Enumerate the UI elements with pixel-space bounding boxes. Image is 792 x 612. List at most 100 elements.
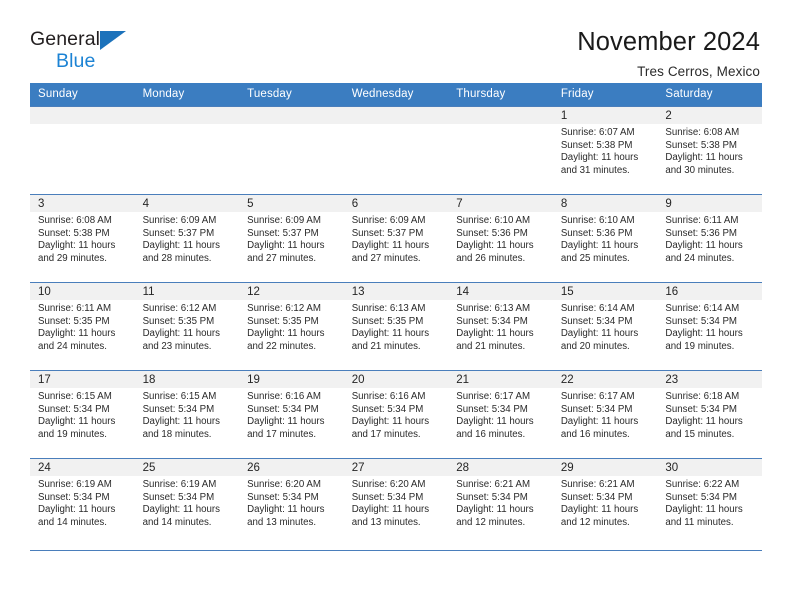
day-number: 16 [657, 283, 762, 300]
sunrise-time: Sunrise: 6:09 AM [142, 215, 217, 226]
calendar-day-cell[interactable]: 28 Sunrise: 6:21 AM Sunset: 5:34 PM Dayligh… [448, 458, 553, 551]
daylight-duration-line2: and 28 minutes. [142, 252, 212, 264]
sunset-time: Sunset: 5:34 PM [351, 403, 424, 415]
sunset-time: Sunset: 5:34 PM [247, 491, 319, 503]
daylight-duration-line1: Daylight: 11 hours [351, 240, 430, 252]
sunset-time: Sunset: 5:34 PM [456, 315, 528, 327]
day-details: Sunrise: 6:09 AM Sunset: 5:37 PM Daylight:… [135, 212, 240, 265]
calendar-day-cell[interactable]: 4 Sunrise: 6:09 AM Sunset: 5:37 PM Daylight… [134, 194, 240, 283]
day-number: 3 [30, 195, 135, 212]
calendar-day-cell[interactable]: 5 Sunrise: 6:09 AM Sunset: 5:37 PM Daylight… [239, 194, 344, 283]
calendar-day-cell[interactable]: 12 Sunrise: 6:12 AM Sunset: 5:35 PM Dayligh… [239, 282, 344, 371]
sunrise-time: Sunrise: 6:08 AM [665, 127, 740, 138]
daylight-duration-line1: Daylight: 11 hours [38, 504, 116, 516]
weekday-header-saturday: Saturday [657, 83, 762, 107]
sunrise-time: Sunrise: 6:18 AM [665, 391, 740, 402]
calendar-day-cell[interactable]: 3 Sunrise: 6:08 AM Sunset: 5:38 PM Daylight… [30, 194, 135, 283]
day-number: 5 [239, 195, 344, 212]
day-details: Sunrise: 6:22 AM Sunset: 5:34 PM Daylight:… [657, 476, 762, 529]
calendar-day-cell[interactable]: 23 Sunrise: 6:18 AM Sunset: 5:34 PM Dayligh… [657, 370, 762, 459]
calendar-day-cell[interactable]: 21 Sunrise: 6:17 AM Sunset: 5:34 PM Dayligh… [448, 370, 553, 459]
calendar-day-cell[interactable]: 24 Sunrise: 6:19 AM Sunset: 5:34 PM Dayligh… [30, 458, 135, 551]
day-details: Sunrise: 6:13 AM Sunset: 5:34 PM Daylight:… [448, 300, 553, 353]
logo-top-row: General [30, 29, 150, 50]
calendar-day-cell[interactable]: 8 Sunrise: 6:10 AM Sunset: 5:36 PM Daylight… [552, 194, 658, 283]
calendar-day-cell[interactable]: 27 Sunrise: 6:20 AM Sunset: 5:34 PM Dayligh… [343, 458, 449, 551]
daylight-duration-line2: and 12 minutes. [560, 516, 630, 528]
day-details: Sunrise: 6:19 AM Sunset: 5:34 PM Daylight:… [30, 476, 135, 529]
daylight-duration-line1: Daylight: 11 hours [560, 328, 639, 340]
sunset-time: Sunset: 5:34 PM [560, 403, 633, 415]
calendar-day-cell[interactable]: 25 Sunrise: 6:19 AM Sunset: 5:34 PM Dayligh… [134, 458, 240, 551]
weekday-header-wednesday: Wednesday [343, 83, 449, 107]
weekday-header-tuesday: Tuesday [239, 83, 344, 107]
calendar-day-cell[interactable]: 18 Sunrise: 6:15 AM Sunset: 5:34 PM Dayligh… [134, 370, 240, 459]
sunset-time: Sunset: 5:34 PM [665, 403, 737, 415]
daylight-duration-line2: and 21 minutes. [456, 340, 526, 352]
day-number: 7 [448, 195, 553, 212]
daylight-duration-line2: and 17 minutes. [247, 428, 317, 440]
calendar-day-cell[interactable]: 20 Sunrise: 6:16 AM Sunset: 5:34 PM Dayligh… [343, 370, 449, 459]
daylight-duration-line1: Daylight: 11 hours [560, 240, 639, 252]
sunset-time: Sunset: 5:35 PM [247, 315, 319, 327]
sunset-time: Sunset: 5:37 PM [142, 227, 215, 239]
sunrise-time: Sunrise: 6:10 AM [560, 215, 635, 226]
sunset-time: Sunset: 5:34 PM [142, 491, 215, 503]
sunset-time: Sunset: 5:34 PM [351, 491, 424, 503]
sunrise-time: Sunrise: 6:20 AM [247, 479, 321, 490]
calendar-day-cell[interactable]: 11 Sunrise: 6:12 AM Sunset: 5:35 PM Dayligh… [134, 282, 240, 371]
daylight-duration-line2: and 16 minutes. [560, 428, 630, 440]
daylight-duration-line1: Daylight: 11 hours [351, 504, 430, 516]
sunset-time: Sunset: 5:38 PM [665, 139, 737, 151]
calendar-week-row: 1 Sunrise: 6:07 AM Sunset: 5:38 PM Daylight… [30, 106, 762, 195]
day-number: 2 [657, 107, 762, 124]
daylight-duration-line2: and 15 minutes. [665, 428, 735, 440]
calendar-day-cell[interactable]: 30 Sunrise: 6:22 AM Sunset: 5:34 PM Dayligh… [657, 458, 762, 551]
calendar-day-cell[interactable]: 19 Sunrise: 6:16 AM Sunset: 5:34 PM Dayligh… [239, 370, 344, 459]
calendar-day-cell[interactable]: 22 Sunrise: 6:17 AM Sunset: 5:34 PM Dayligh… [552, 370, 658, 459]
day-details: Sunrise: 6:11 AM Sunset: 5:36 PM Daylight:… [657, 212, 762, 265]
calendar-day-cell[interactable]: 16 Sunrise: 6:14 AM Sunset: 5:34 PM Dayligh… [657, 282, 762, 371]
calendar-day-cell[interactable]: 15 Sunrise: 6:14 AM Sunset: 5:34 PM Dayligh… [552, 282, 658, 371]
daylight-duration-line1: Daylight: 11 hours [38, 416, 116, 428]
day-number [134, 107, 240, 124]
sunrise-time: Sunrise: 6:16 AM [247, 391, 321, 402]
daylight-duration-line2: and 27 minutes. [247, 252, 317, 264]
day-number [30, 107, 135, 124]
calendar-day-cell[interactable]: 6 Sunrise: 6:09 AM Sunset: 5:37 PM Daylight… [343, 194, 449, 283]
calendar-day-cell[interactable]: 29 Sunrise: 6:21 AM Sunset: 5:34 PM Dayligh… [552, 458, 658, 551]
day-number: 4 [134, 195, 240, 212]
daylight-duration-line1: Daylight: 11 hours [142, 328, 220, 340]
sunset-time: Sunset: 5:37 PM [351, 227, 424, 239]
day-number: 22 [552, 371, 658, 388]
calendar-day-cell[interactable]: 14 Sunrise: 6:13 AM Sunset: 5:34 PM Dayligh… [448, 282, 553, 371]
sunrise-time: Sunrise: 6:20 AM [351, 479, 426, 490]
daylight-duration-line2: and 25 minutes. [560, 252, 630, 264]
sunset-time: Sunset: 5:35 PM [38, 315, 110, 327]
calendar-week-row: 10 Sunrise: 6:11 AM Sunset: 5:35 PM Dayligh… [30, 282, 762, 371]
calendar-day-cell[interactable]: 2 Sunrise: 6:08 AM Sunset: 5:38 PM Daylight… [657, 106, 762, 195]
calendar-day-cell[interactable]: 9 Sunrise: 6:11 AM Sunset: 5:36 PM Daylight… [657, 194, 762, 283]
calendar-day-cell[interactable]: 26 Sunrise: 6:20 AM Sunset: 5:34 PM Dayligh… [239, 458, 344, 551]
day-number: 15 [552, 283, 658, 300]
general-blue-logo[interactable]: General Blue [30, 28, 150, 72]
day-number [239, 107, 344, 124]
day-details: Sunrise: 6:21 AM Sunset: 5:34 PM Daylight:… [448, 476, 553, 529]
calendar-day-cell[interactable]: 13 Sunrise: 6:13 AM Sunset: 5:35 PM Dayligh… [343, 282, 449, 371]
daylight-duration-line2: and 17 minutes. [351, 428, 421, 440]
daylight-duration-line1: Daylight: 11 hours [665, 504, 743, 516]
daylight-duration-line2: and 19 minutes. [38, 428, 107, 440]
sunrise-time: Sunrise: 6:12 AM [247, 303, 321, 314]
day-details: Sunrise: 6:10 AM Sunset: 5:36 PM Daylight:… [553, 212, 658, 265]
sunset-time: Sunset: 5:34 PM [247, 403, 319, 415]
calendar-day-cell[interactable]: 17 Sunrise: 6:15 AM Sunset: 5:34 PM Dayligh… [30, 370, 135, 459]
daylight-duration-line2: and 22 minutes. [247, 340, 317, 352]
daylight-duration-line2: and 20 minutes. [560, 340, 630, 352]
sunrise-time: Sunrise: 6:08 AM [38, 215, 112, 226]
daylight-duration-line2: and 29 minutes. [38, 252, 107, 264]
calendar-day-cell[interactable]: 7 Sunrise: 6:10 AM Sunset: 5:36 PM Daylight… [448, 194, 553, 283]
day-details: Sunrise: 6:09 AM Sunset: 5:37 PM Daylight:… [239, 212, 344, 265]
calendar-day-cell[interactable]: 10 Sunrise: 6:11 AM Sunset: 5:35 PM Dayligh… [30, 282, 135, 371]
weekday-header-monday: Monday [134, 83, 240, 107]
calendar-day-cell[interactable]: 1 Sunrise: 6:07 AM Sunset: 5:38 PM Daylight… [552, 106, 658, 195]
